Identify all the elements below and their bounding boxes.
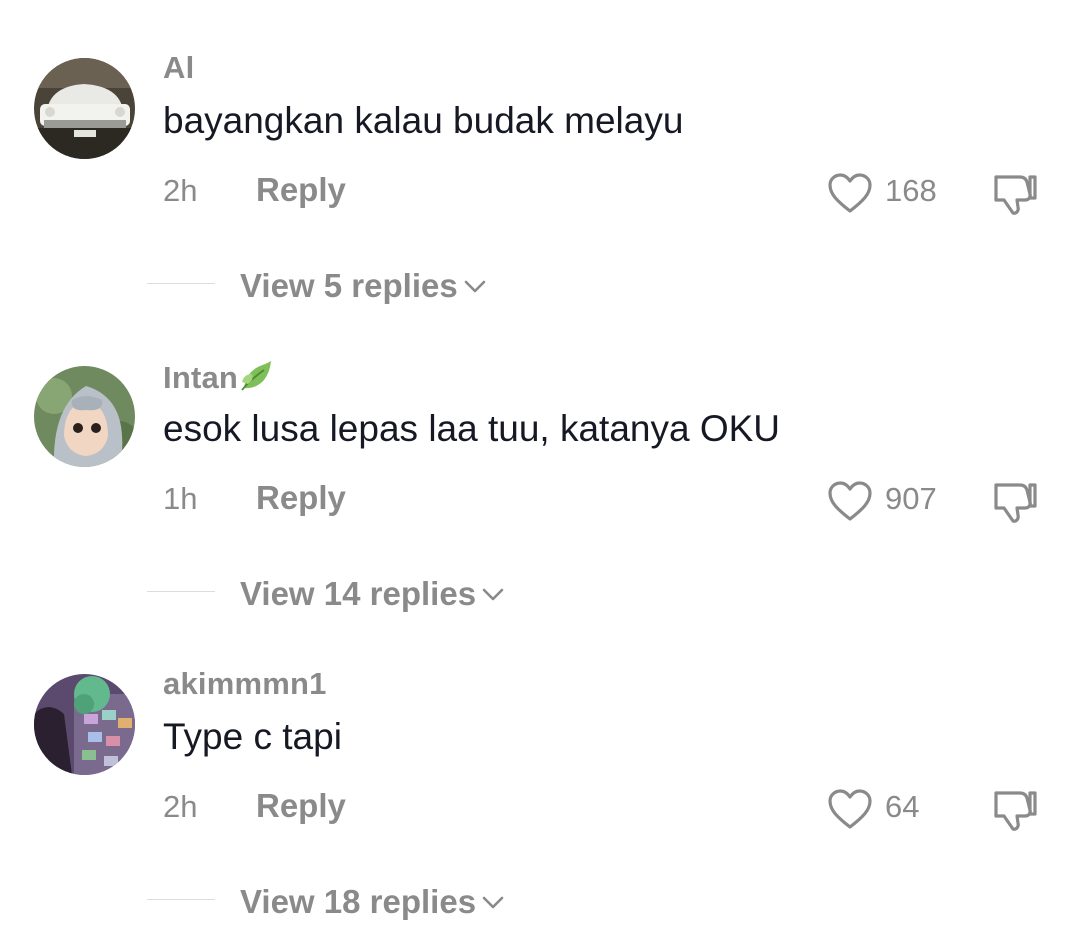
heart-outline-icon [828, 173, 872, 213]
reply-button[interactable]: Reply [256, 787, 346, 825]
username-text: Al [163, 50, 195, 85]
like-button[interactable] [827, 479, 873, 525]
avatar[interactable] [34, 366, 135, 467]
comment-item: Intan esok lusa lepas laa tuu, katanya O… [0, 308, 1076, 616]
comment-item: Al bayangkan kalau budak melayu 2h Reply… [0, 0, 1076, 308]
avatar[interactable] [34, 674, 135, 775]
comment-text: Type c tapi [163, 716, 342, 757]
chevron-down-icon [464, 264, 486, 302]
heart-outline-icon [828, 789, 872, 829]
username[interactable]: Intan [163, 358, 274, 400]
avatar[interactable] [34, 58, 135, 159]
view-replies-button[interactable]: View 5 replies [240, 264, 486, 305]
thumbs-down-icon [994, 791, 1037, 831]
like-count: 168 [885, 173, 937, 208]
thumbs-down-icon [994, 175, 1037, 215]
view-replies-label: View 18 replies [240, 883, 477, 920]
view-replies-label: View 5 replies [240, 267, 458, 304]
username-text: akimmmn1 [163, 666, 327, 701]
vintage-car-avatar [34, 58, 135, 159]
username[interactable]: akimmmn1 [163, 666, 327, 702]
username-text: Intan [163, 360, 239, 395]
divider [147, 283, 215, 284]
dislike-button[interactable] [990, 785, 1040, 835]
reply-button[interactable]: Reply [256, 171, 346, 209]
dislike-button[interactable] [990, 169, 1040, 219]
comment-text: esok lusa lepas laa tuu, katanya OKU [163, 408, 781, 449]
comment-item: akimmmn1 Type c tapi 2h Reply 64 View 18… [0, 616, 1076, 924]
dislike-button[interactable] [990, 477, 1040, 527]
reply-button[interactable]: Reply [256, 479, 346, 517]
market-photo-avatar [34, 674, 135, 775]
view-replies-label: View 14 replies [240, 575, 477, 612]
like-count: 907 [885, 481, 937, 516]
username[interactable]: Al [163, 50, 194, 86]
divider [147, 899, 215, 900]
heart-outline-icon [828, 481, 872, 521]
comment-time: 2h [163, 173, 198, 208]
thumbs-down-icon [994, 483, 1037, 523]
comment-time: 1h [163, 481, 198, 516]
hijab-girl-avatar [34, 366, 135, 467]
divider [147, 591, 215, 592]
chevron-down-icon [482, 880, 504, 918]
chevron-down-icon [482, 572, 504, 610]
comment-time: 2h [163, 789, 198, 824]
like-button[interactable] [827, 171, 873, 217]
leaf-emoji-icon [240, 358, 274, 400]
view-replies-button[interactable]: View 14 replies [240, 572, 504, 613]
view-replies-button[interactable]: View 18 replies [240, 880, 504, 921]
like-button[interactable] [827, 787, 873, 833]
comment-text: bayangkan kalau budak melayu [163, 100, 684, 141]
like-count: 64 [885, 789, 920, 824]
